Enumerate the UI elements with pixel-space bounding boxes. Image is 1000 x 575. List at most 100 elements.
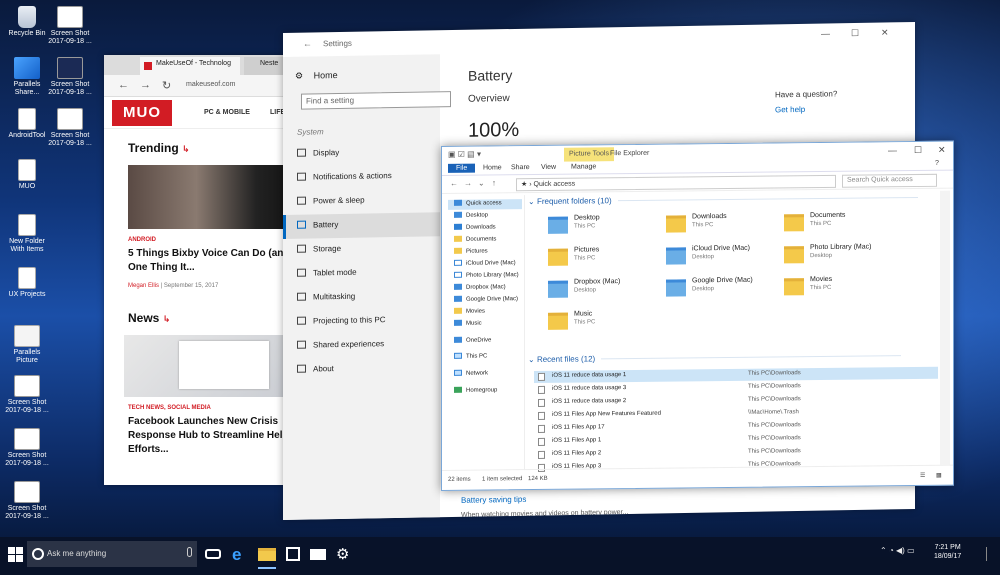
- nav-item-quick-access[interactable]: Quick access: [448, 199, 522, 210]
- nav-item-movies[interactable]: Movies: [454, 307, 485, 318]
- windows-start-icon[interactable]: [8, 547, 24, 563]
- ribbon-tab-share[interactable]: Share: [506, 163, 535, 172]
- site-menu-pc-mobile[interactable]: PC & MOBILE: [204, 109, 250, 116]
- folder-google-drive[interactable]: Google Drive (Mac) Desktop: [666, 276, 776, 307]
- edge-icon[interactable]: e: [232, 545, 250, 564]
- article-author[interactable]: Megan Ellis: [128, 283, 159, 289]
- desktop-icon-parallels-picture[interactable]: Parallels Picture: [2, 325, 52, 365]
- trending-article-headline[interactable]: 5 Things Bixby Voice Can Do (and One Thi…: [128, 247, 299, 275]
- desktop-icon-screenshot[interactable]: Screen Shot 2017-09-18 ...: [45, 57, 95, 97]
- nav-item-google-drive[interactable]: Google Drive (Mac): [454, 295, 518, 306]
- nav-item-photo-library[interactable]: Photo Library (Mac): [454, 271, 519, 282]
- large-icons-view-icon[interactable]: ▦: [936, 472, 942, 479]
- close-icon[interactable]: ✕: [938, 145, 946, 156]
- folder-music[interactable]: Music This PC: [548, 310, 658, 341]
- desktop-icon-screenshot[interactable]: Screen Shot 2017-09-18 ...: [2, 375, 52, 415]
- back-arrow-icon[interactable]: ←: [118, 79, 129, 91]
- store-icon[interactable]: [284, 545, 302, 563]
- desktop-icon-ux-projects[interactable]: UX Projects: [2, 267, 52, 299]
- desktop-icon-screenshot[interactable]: Screen Shot 2017-09-18 ...: [45, 6, 95, 46]
- nav-item-desktop[interactable]: Desktop: [454, 211, 488, 222]
- folder-dropbox[interactable]: Dropbox (Mac) Desktop: [548, 278, 658, 309]
- chevron-down-icon[interactable]: ⌄: [478, 179, 485, 188]
- nav-item-dropbox[interactable]: Dropbox (Mac): [454, 283, 506, 294]
- explorer-search-input[interactable]: Search Quick access: [842, 173, 937, 188]
- settings-item-projecting[interactable]: Projecting to this PC: [283, 308, 440, 335]
- quick-access-toolbar[interactable]: ▣ ☑ ▤ ▾: [448, 150, 481, 159]
- settings-search-input[interactable]: Find a setting: [301, 91, 451, 110]
- nav-item-icloud-drive[interactable]: iCloud Drive (Mac): [454, 259, 516, 270]
- get-help-link[interactable]: Get help: [775, 105, 805, 115]
- settings-item-tablet-mode[interactable]: Tablet mode: [283, 260, 440, 287]
- taskbar-clock[interactable]: 7:21 PM 18/09/17: [934, 543, 961, 561]
- nav-item-this-pc[interactable]: This PC: [454, 352, 487, 363]
- nav-item-network[interactable]: Network: [454, 369, 488, 380]
- address-bar[interactable]: makeuseof.com: [186, 81, 235, 88]
- settings-item-power[interactable]: Power & sleep: [283, 188, 440, 215]
- show-desktop-button[interactable]: [986, 547, 994, 561]
- news-article-headline[interactable]: Facebook Launches New Crisis Response Hu…: [128, 415, 299, 457]
- trending-article-category[interactable]: ANDROID: [128, 237, 299, 243]
- nav-item-onedrive[interactable]: OneDrive: [454, 336, 491, 346]
- mail-icon[interactable]: [310, 545, 328, 563]
- settings-item-multitasking[interactable]: Multitasking: [283, 284, 440, 311]
- microphone-icon[interactable]: [187, 547, 192, 557]
- folder-pictures[interactable]: Pictures This PC: [548, 246, 658, 277]
- desktop-icon-screenshot[interactable]: Screen Shot 2017-09-18 ...: [2, 481, 52, 521]
- folder-photo-library[interactable]: Photo Library (Mac) Desktop: [784, 243, 894, 274]
- settings-home[interactable]: ⚙ Home: [295, 70, 338, 82]
- settings-icon[interactable]: ⚙: [336, 545, 354, 563]
- nav-item-downloads[interactable]: Downloads: [454, 223, 496, 233]
- folder-icloud-drive[interactable]: iCloud Drive (Mac) Desktop: [666, 244, 776, 275]
- folder-movies[interactable]: Movies This PC: [784, 275, 894, 306]
- refresh-icon[interactable]: ↻: [162, 79, 171, 92]
- battery-saving-tips-link[interactable]: Battery saving tips: [461, 495, 526, 505]
- browser-tab-makeuseof[interactable]: MakeUseOf - Technolog: [140, 57, 240, 75]
- ribbon-tab-view[interactable]: View: [536, 163, 561, 172]
- task-view-icon[interactable]: [205, 545, 223, 563]
- desktop-icon-screenshot[interactable]: Screen Shot 2017-09-18 ...: [45, 108, 95, 148]
- settings-item-notifications[interactable]: Notifications & actions: [283, 164, 440, 191]
- frequent-folders-header[interactable]: ⌄ Frequent folders (10): [528, 193, 918, 206]
- desktop-icon-new-folder[interactable]: New Folder With Items: [2, 214, 52, 254]
- nav-item-pictures[interactable]: Pictures: [454, 247, 488, 258]
- nav-item-homegroup[interactable]: Homegroup: [454, 386, 497, 396]
- picture-tools-contextual-tab[interactable]: Picture Tools: [564, 147, 614, 162]
- maximize-icon[interactable]: ☐: [851, 28, 859, 39]
- news-article-image[interactable]: [124, 335, 299, 397]
- settings-item-display[interactable]: Display: [283, 140, 440, 167]
- ribbon-tab-file[interactable]: File: [448, 163, 476, 173]
- settings-item-battery[interactable]: Battery: [283, 212, 440, 239]
- recent-files-header[interactable]: ⌄ Recent files (12): [528, 351, 902, 364]
- up-arrow-icon[interactable]: ↑: [492, 178, 496, 187]
- news-article-category[interactable]: TECH NEWS, SOCIAL MEDIA: [128, 405, 299, 411]
- desktop-icon-muo[interactable]: MUO: [2, 159, 52, 191]
- file-explorer-icon[interactable]: [258, 545, 276, 569]
- folder-downloads[interactable]: Downloads This PC: [666, 212, 776, 243]
- nav-item-documents[interactable]: Documents: [454, 235, 496, 245]
- desktop-icon-screenshot[interactable]: Screen Shot 2017-09-18 ...: [2, 428, 52, 468]
- details-view-icon[interactable]: ☰: [920, 472, 925, 479]
- ribbon-tab-home[interactable]: Home: [478, 163, 507, 172]
- forward-arrow-icon[interactable]: →: [140, 79, 151, 91]
- folder-documents[interactable]: Documents This PC: [784, 211, 894, 242]
- system-tray[interactable]: ⌃ ◔ ◀) ▭: [880, 546, 915, 555]
- trending-article-image[interactable]: [128, 165, 299, 229]
- settings-item-shared-experiences[interactable]: Shared experiences: [283, 332, 440, 359]
- maximize-icon[interactable]: ☐: [914, 145, 922, 156]
- settings-item-about[interactable]: About: [283, 356, 440, 383]
- folder-desktop[interactable]: Desktop This PC: [548, 214, 658, 245]
- minimize-icon[interactable]: —: [821, 28, 830, 38]
- back-arrow-icon[interactable]: ←: [303, 38, 312, 48]
- back-arrow-icon[interactable]: ←: [450, 179, 458, 188]
- minimize-icon[interactable]: —: [888, 145, 897, 155]
- nav-item-music[interactable]: Music: [454, 319, 482, 330]
- help-icon[interactable]: ?: [930, 159, 944, 168]
- explorer-address-bar[interactable]: ★ › Quick access: [516, 174, 836, 192]
- cortana-search-box[interactable]: Ask me anything: [27, 541, 197, 567]
- settings-item-storage[interactable]: Storage: [283, 236, 440, 263]
- muo-logo[interactable]: MUO: [112, 100, 172, 126]
- close-icon[interactable]: ✕: [881, 27, 889, 38]
- explorer-scrollbar[interactable]: [940, 190, 950, 465]
- ribbon-tab-manage[interactable]: Manage: [566, 162, 601, 171]
